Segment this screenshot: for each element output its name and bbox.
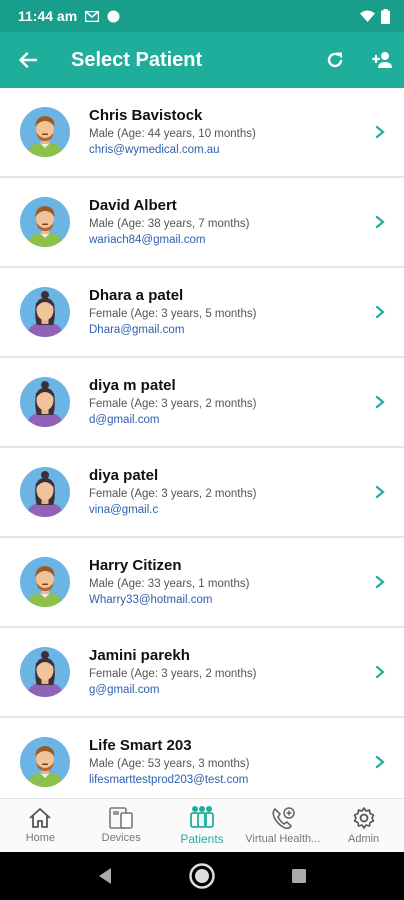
avatar bbox=[20, 197, 70, 247]
patient-row[interactable]: diya patel Female (Age: 3 years, 2 month… bbox=[0, 448, 404, 538]
avatar bbox=[20, 467, 70, 517]
avatar bbox=[20, 557, 70, 607]
chevron-right-icon bbox=[375, 125, 385, 139]
system-back-icon[interactable] bbox=[97, 867, 113, 885]
app-bar: Select Patient bbox=[0, 32, 404, 88]
arrow-back-icon bbox=[19, 52, 37, 68]
patient-list: Chris Bavistock Male (Age: 44 years, 10 … bbox=[0, 88, 404, 798]
refresh-icon bbox=[327, 52, 343, 68]
patient-email: g@gmail.com bbox=[89, 684, 160, 696]
notification-dot-icon bbox=[107, 10, 120, 23]
add-patient-button[interactable] bbox=[358, 32, 404, 88]
patient-row[interactable]: David Albert Male (Age: 38 years, 7 mont… bbox=[0, 178, 404, 268]
nav-home[interactable]: Home bbox=[0, 799, 81, 852]
patient-row[interactable]: Jamini parekh Female (Age: 3 years, 2 mo… bbox=[0, 628, 404, 718]
patient-row[interactable]: diya m patel Female (Age: 3 years, 2 mon… bbox=[0, 358, 404, 448]
patient-gender-age: Female (Age: 3 years, 2 months) bbox=[89, 668, 257, 680]
nav-label: Devices bbox=[101, 832, 141, 844]
patient-gender-age: Female (Age: 3 years, 2 months) bbox=[89, 398, 257, 410]
patient-name: David Albert bbox=[89, 197, 177, 214]
chevron-right-icon bbox=[375, 305, 385, 319]
refresh-button[interactable] bbox=[312, 32, 358, 88]
patient-email: wariach84@gmail.com bbox=[89, 234, 206, 246]
patient-gender-age: Female (Age: 3 years, 5 months) bbox=[89, 308, 257, 320]
chevron-right-icon bbox=[375, 665, 385, 679]
wifi-icon bbox=[360, 10, 375, 22]
patient-email: Dhara@gmail.com bbox=[89, 324, 185, 336]
chevron-right-icon bbox=[375, 575, 385, 589]
avatar bbox=[20, 287, 70, 337]
patient-name: Jamini parekh bbox=[89, 647, 190, 664]
avatar bbox=[20, 737, 70, 787]
avatar bbox=[20, 647, 70, 697]
patients-icon bbox=[190, 806, 214, 828]
system-nav-bar bbox=[0, 852, 404, 900]
patient-gender-age: Male (Age: 33 years, 1 months) bbox=[89, 578, 250, 590]
home-icon bbox=[29, 808, 51, 828]
chevron-right-icon bbox=[375, 755, 385, 769]
chevron-right-icon bbox=[375, 485, 385, 499]
devices-icon bbox=[109, 807, 133, 829]
status-time: 11:44 am bbox=[18, 8, 78, 24]
nav-label: Admin bbox=[347, 833, 380, 845]
patient-gender-age: Male (Age: 38 years, 7 months) bbox=[89, 218, 250, 230]
avatar bbox=[20, 107, 70, 157]
patient-email: vina@gmail.c bbox=[89, 504, 159, 516]
patient-email: lifesmarttestprod203@test.com bbox=[89, 774, 249, 786]
patient-gender-age: Male (Age: 44 years, 10 months) bbox=[89, 128, 256, 140]
system-home-icon[interactable] bbox=[188, 862, 216, 890]
patient-name: Life Smart 203 bbox=[89, 737, 192, 754]
bottom-nav: Home Devices Patients Virtual Health... … bbox=[0, 798, 404, 852]
nav-patients[interactable]: Patients bbox=[162, 799, 243, 852]
nav-label: Virtual Health... bbox=[245, 833, 321, 845]
patient-row[interactable]: Life Smart 203 Male (Age: 53 years, 3 mo… bbox=[0, 718, 404, 798]
nav-devices[interactable]: Devices bbox=[81, 799, 162, 852]
virtual-health-icon bbox=[272, 807, 295, 830]
patient-row[interactable]: Harry Citizen Male (Age: 33 years, 1 mon… bbox=[0, 538, 404, 628]
patient-email: chris@wymedical.com.au bbox=[89, 144, 220, 156]
system-recents-icon[interactable] bbox=[291, 868, 307, 884]
patient-name: diya m patel bbox=[89, 377, 176, 394]
avatar bbox=[20, 377, 70, 427]
add-person-icon bbox=[371, 52, 392, 68]
patient-name: Dhara a patel bbox=[89, 287, 184, 304]
status-bar: 11:44 am bbox=[0, 0, 404, 32]
patient-gender-age: Female (Age: 3 years, 2 months) bbox=[89, 488, 257, 500]
nav-label: Patients bbox=[180, 832, 224, 846]
patient-email: d@gmail.com bbox=[89, 414, 160, 426]
patient-name: diya patel bbox=[89, 467, 159, 484]
patient-row[interactable]: Chris Bavistock Male (Age: 44 years, 10 … bbox=[0, 88, 404, 178]
gmail-notification-icon bbox=[85, 10, 100, 22]
nav-admin[interactable]: Admin bbox=[323, 799, 404, 852]
patient-email: Wharry33@hotmail.com bbox=[89, 594, 213, 606]
patient-row[interactable]: Dhara a patel Female (Age: 3 years, 5 mo… bbox=[0, 268, 404, 358]
back-button[interactable] bbox=[0, 32, 56, 88]
gear-icon bbox=[353, 807, 374, 829]
patient-name: Chris Bavistock bbox=[89, 107, 203, 124]
page-title: Select Patient bbox=[71, 48, 203, 71]
nav-virtual-health[interactable]: Virtual Health... bbox=[242, 799, 323, 852]
chevron-right-icon bbox=[375, 395, 385, 409]
nav-label: Home bbox=[25, 832, 56, 844]
battery-icon bbox=[381, 8, 390, 24]
chevron-right-icon bbox=[375, 215, 385, 229]
patient-name: Harry Citizen bbox=[89, 557, 182, 574]
patient-gender-age: Male (Age: 53 years, 3 months) bbox=[89, 758, 250, 770]
